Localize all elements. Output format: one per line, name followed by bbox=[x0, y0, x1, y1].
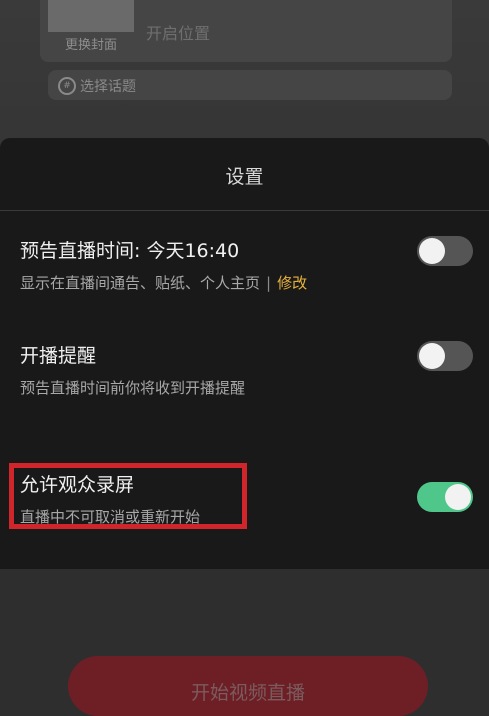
screen-record-toggle[interactable] bbox=[417, 482, 473, 512]
toggle-knob bbox=[419, 238, 445, 264]
preview-time-title: 预告直播时间: 今天16:40 bbox=[20, 240, 240, 262]
topic-selector[interactable]: # 选择话题 bbox=[48, 70, 452, 100]
preview-time-subtitle: 显示在直播间通告、贴纸、个人主页 | 修改 bbox=[20, 272, 307, 293]
start-reminder-title: 开播提醒 bbox=[20, 345, 97, 367]
start-live-label: 开始视频直播 bbox=[190, 682, 305, 704]
start-reminder-toggle[interactable] bbox=[417, 341, 473, 371]
settings-sheet: 设置 预告直播时间: 今天16:40 显示在直播间通告、贴纸、个人主页 | 修改 开… bbox=[0, 138, 489, 716]
start-live-button[interactable]: 开始视频直播 bbox=[68, 656, 428, 716]
cover-card: 更换封面 开启位置 bbox=[40, 0, 452, 62]
sheet-title: 设置 bbox=[225, 166, 264, 188]
cover-thumbnail[interactable] bbox=[48, 0, 134, 32]
topic-placeholder: 选择话题 bbox=[80, 79, 136, 95]
divider bbox=[0, 210, 489, 211]
hashtag-icon: # bbox=[58, 77, 76, 95]
start-reminder-subtitle: 预告直播时间前你将收到开播提醒 bbox=[20, 379, 246, 397]
edit-link[interactable]: 修改 bbox=[277, 274, 307, 292]
separator: | bbox=[266, 274, 272, 292]
change-cover-label: 更换封面 bbox=[64, 38, 117, 53]
preview-time-desc: 显示在直播间通告、贴纸、个人主页 bbox=[20, 274, 261, 292]
preview-time-toggle[interactable] bbox=[417, 236, 473, 266]
highlight-box bbox=[9, 463, 247, 529]
toggle-knob bbox=[419, 343, 445, 369]
location-toggle-label: 开启位置 bbox=[146, 24, 211, 43]
toggle-knob bbox=[445, 484, 471, 510]
